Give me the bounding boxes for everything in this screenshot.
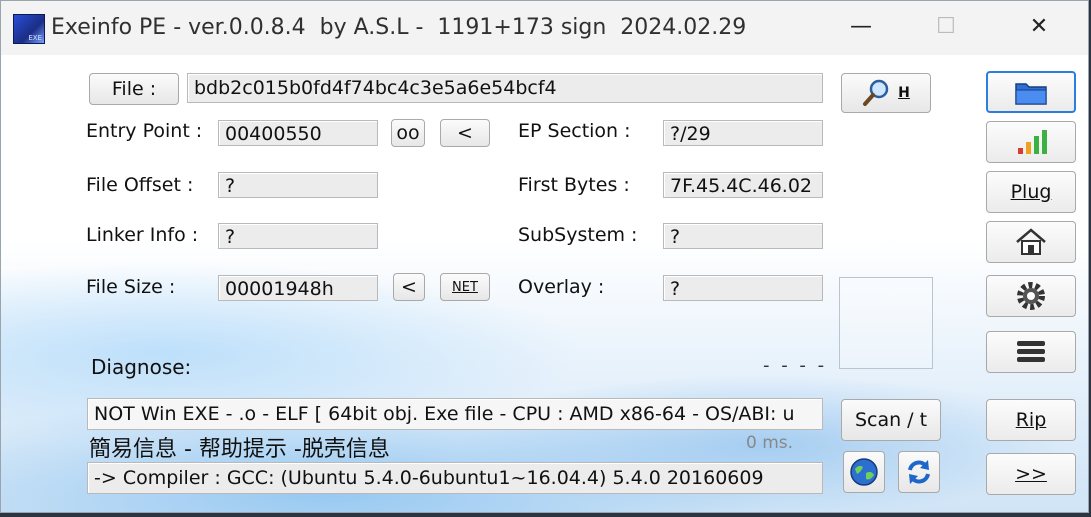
home-icon	[1016, 228, 1046, 255]
rip-button[interactable]: Rip	[986, 399, 1076, 441]
file-offset-field[interactable]: ?	[218, 172, 378, 198]
gear-icon	[1017, 282, 1045, 310]
plug-button[interactable]: Plug	[986, 171, 1076, 213]
first-bytes-label: First Bytes :	[518, 174, 630, 196]
refresh-icon	[908, 460, 930, 484]
subsystem-field[interactable]: ?	[663, 223, 823, 249]
preview-panel	[839, 277, 933, 369]
stats-button[interactable]	[986, 121, 1076, 163]
ep-section-field[interactable]: ?/29	[663, 120, 823, 146]
exeinfo-window: EXE Exeinfo PE - ver.0.0.8.4 by A.S.L - …	[0, 0, 1089, 513]
help-text: 簡易信息 - 帮助提示 -脱壳信息	[89, 437, 390, 462]
file-offset-label: File Offset :	[86, 174, 194, 196]
overlay-label: Overlay :	[518, 276, 605, 298]
entry-point-field[interactable]: 00400550	[218, 120, 378, 146]
first-bytes-field[interactable]: 7F.45.4C.46.02	[663, 172, 823, 198]
web-button[interactable]	[843, 451, 885, 493]
folder-icon	[1015, 83, 1047, 105]
linker-info-field[interactable]: ?	[218, 223, 378, 249]
file-size-field[interactable]: 00001948h	[218, 275, 378, 301]
compiler-field[interactable]: -> Compiler : GCC: (Ubuntu 5.4.0-6ubuntu…	[87, 462, 823, 494]
oo-button[interactable]: oo	[391, 119, 425, 147]
size-prev-button[interactable]: <	[393, 273, 425, 301]
close-button[interactable]: ✕	[1019, 9, 1059, 45]
entry-prev-button[interactable]: <	[440, 119, 490, 147]
scan-time: 0 ms.	[746, 433, 794, 453]
net-button[interactable]: NET	[440, 273, 490, 301]
next-button[interactable]: >>	[986, 453, 1076, 495]
scan-button[interactable]: Scan / t	[841, 399, 941, 441]
magnifier-icon	[863, 79, 889, 106]
file-button-label: File :	[111, 78, 157, 100]
diagnose-dashes: - - - -	[763, 355, 828, 376]
settings-button[interactable]	[986, 275, 1076, 317]
diagnose-result-field[interactable]: NOT Win EXE - .o - ELF [ 64bit obj. Exe …	[87, 398, 823, 430]
subsystem-label: SubSystem :	[518, 224, 638, 246]
app-icon-text: EXE	[28, 34, 42, 42]
bar-chart-icon	[1018, 130, 1047, 154]
file-name-field[interactable]: bdb2c015b0fd4f74bc4c3e5a6e54bcf4	[187, 73, 823, 103]
menu-button[interactable]	[986, 331, 1076, 373]
ep-section-label: EP Section :	[518, 120, 631, 142]
diagnose-label: Diagnose:	[91, 355, 192, 379]
maximize-button[interactable]: ☐	[926, 9, 966, 45]
open-file-button[interactable]	[986, 71, 1076, 113]
file-size-label: File Size :	[86, 276, 176, 298]
entry-point-label: Entry Point :	[86, 120, 203, 142]
app-icon[interactable]: EXE	[13, 14, 45, 44]
home-button[interactable]	[986, 221, 1076, 263]
menu-icon	[1017, 341, 1045, 362]
title-bar[interactable]: EXE Exeinfo PE - ver.0.0.8.4 by A.S.L - …	[1, 1, 1088, 55]
linker-info-label: Linker Info :	[86, 224, 199, 246]
refresh-button[interactable]	[898, 451, 940, 493]
minimize-button[interactable]: —	[841, 9, 881, 45]
overlay-field[interactable]: ?	[663, 275, 823, 301]
globe-icon	[850, 458, 878, 486]
search-button[interactable]: H	[841, 73, 931, 113]
window-title: Exeinfo PE - ver.0.0.8.4 by A.S.L - 1191…	[51, 15, 747, 40]
search-hotkey: H	[898, 85, 910, 101]
file-button[interactable]: File :	[89, 73, 179, 105]
